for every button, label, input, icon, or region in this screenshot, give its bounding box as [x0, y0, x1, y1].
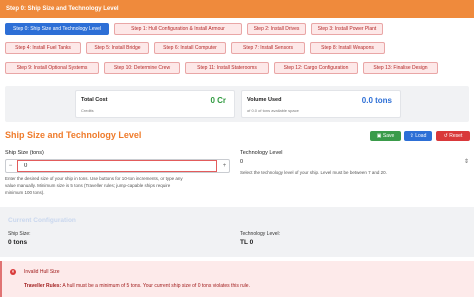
step-tab-5[interactable]: Step 5: Install Bridge — [86, 42, 149, 54]
volume-used-label: Volume Used — [247, 97, 282, 103]
ship-size-stepper: − + — [5, 159, 230, 173]
step-tab-3[interactable]: Step 3: Install Power Plant — [311, 23, 383, 35]
config-tech-level-label: Technology Level: — [240, 231, 281, 237]
step-tab-12[interactable]: Step 12: Cargo Configuration — [274, 62, 358, 74]
save-button-label: Save — [382, 133, 395, 139]
total-cost-unit: Credits — [81, 108, 94, 113]
tech-level-value: 0 — [240, 159, 244, 165]
load-button[interactable]: ⇪ Load — [404, 131, 432, 141]
section-title: Ship Size and Technology Level — [5, 130, 142, 140]
step-tab-11[interactable]: Step 11: Install Staterooms — [185, 62, 269, 74]
config-tech-level-value: TL 0 — [240, 239, 254, 246]
save-button[interactable]: ▣ Save — [370, 131, 401, 141]
ship-size-input[interactable] — [17, 160, 217, 172]
step-tab-8[interactable]: Step 8: Install Weapons — [310, 42, 385, 54]
reset-button-label: Reset — [449, 133, 463, 139]
load-button-label: Load — [415, 133, 427, 139]
tech-level-label: Technology Level — [240, 150, 283, 156]
volume-used-value: 0.0 tons — [361, 96, 392, 105]
alert-title: Invalid Hull Size — [24, 269, 60, 275]
step-tab-0[interactable]: Step 0: Ship Size and Technology Level — [5, 23, 109, 35]
alert-rule-text: A hull must be a minimum of 5 tons. Your… — [61, 283, 250, 289]
current-configuration-title: Current Configuration — [8, 217, 76, 224]
volume-used-card: Volume Used of 0.0 of tons available spa… — [241, 90, 401, 118]
chevron-updown-icon: ⇕ — [463, 159, 469, 165]
error-alert: × Invalid Hull Size Traveller Rules: A h… — [0, 261, 474, 297]
step-tab-10[interactable]: Step 10: Determine Crew — [104, 62, 180, 74]
ship-size-hint-line-1: Enter the desired size of your ship in t… — [5, 176, 183, 181]
alert-message: Traveller Rules: A hull must be a minimu… — [24, 283, 250, 289]
tech-level-select[interactable]: 0 ⇕ — [240, 157, 469, 167]
total-cost-card: Total Cost Credits 0 Cr — [75, 90, 235, 118]
total-cost-value: 0 Cr — [210, 96, 226, 105]
error-icon: × — [10, 269, 16, 275]
step-tab-2[interactable]: Step 2: Install Drives — [247, 23, 306, 35]
ship-size-hint-line-3: minimum 100 tons). — [5, 190, 45, 195]
reset-button[interactable]: ↺ Reset — [436, 131, 470, 141]
page-header: Step 0: Ship Size and Technology Level — [0, 0, 474, 18]
step-tab-1[interactable]: Step 1: Hull Configuration & Install Arm… — [114, 23, 242, 35]
increment-button[interactable]: + — [220, 160, 229, 172]
volume-used-caption: of 0.0 of tons available space — [247, 108, 299, 113]
step-tab-4[interactable]: Step 4: Install Fuel Tanks — [5, 42, 81, 54]
step-tab-13[interactable]: Step 13: Finalise Design — [363, 62, 438, 74]
step-tab-7[interactable]: Step 7: Install Sensors — [231, 42, 305, 54]
ship-size-hint-line-2: value manually. Minimum size is 5 tons (… — [5, 183, 171, 188]
current-configuration-panel: Current Configuration Ship Size: 0 tons … — [0, 207, 474, 257]
step-tab-9[interactable]: Step 9: Install Optional Systems — [5, 62, 99, 74]
config-ship-size-label: Ship Size: — [8, 231, 31, 237]
alert-rule-label: Traveller Rules: — [24, 283, 62, 289]
ship-size-label: Ship Size (tons) — [5, 150, 44, 156]
tech-level-hint: Select the technology level of your ship… — [240, 170, 387, 175]
total-cost-label: Total Cost — [81, 97, 108, 103]
step-tab-6[interactable]: Step 6: Install Computer — [154, 42, 226, 54]
config-ship-size-value: 0 tons — [8, 239, 28, 246]
summary-panel: Total Cost Credits 0 Cr Volume Used of 0… — [5, 86, 469, 122]
decrement-button[interactable]: − — [6, 160, 15, 172]
